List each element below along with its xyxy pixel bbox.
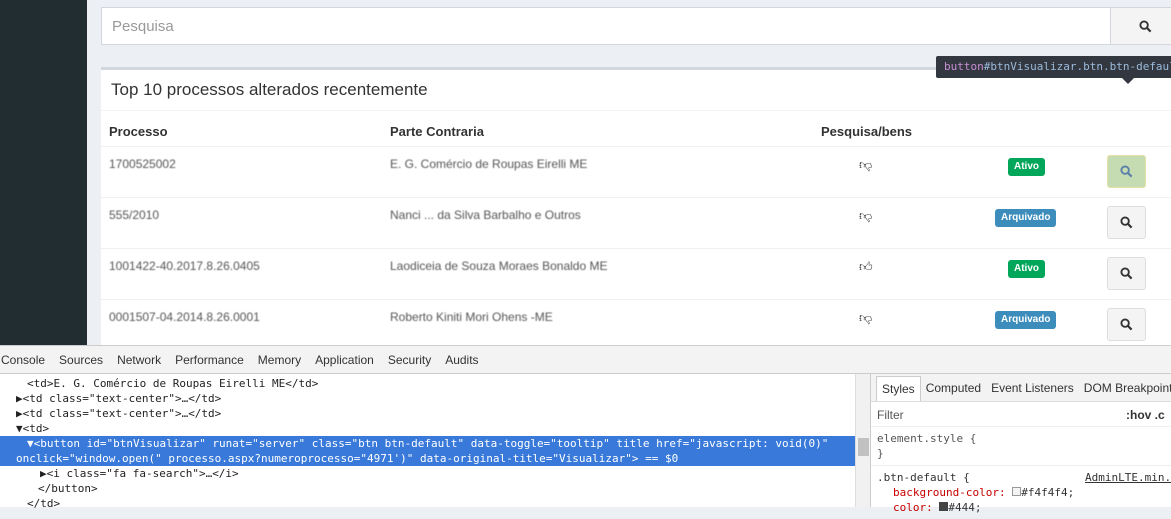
thumbs-down-icon: 👎︎ — [859, 157, 873, 172]
status-badge: Ativo — [1008, 260, 1045, 278]
search-icon — [1120, 267, 1133, 280]
tab-computed[interactable]: Computed — [921, 374, 986, 401]
tab-memory[interactable]: Memory — [251, 346, 308, 373]
header-processo: Processo — [109, 124, 168, 139]
tab-console[interactable]: Console — [0, 346, 52, 373]
tab-network[interactable]: Network — [110, 346, 168, 373]
thumbs-down-icon: 👎︎ — [859, 208, 873, 223]
status-badge: Arquivado — [995, 209, 1057, 227]
search-button[interactable] — [1110, 7, 1171, 45]
table-row: 555/2010 Nanci ... da Silva Barbalho e O… — [101, 197, 1171, 248]
elements-tree[interactable]: <td>E. G. Comércio de Roupas Eirelli ME<… — [0, 374, 855, 510]
parte-cell: E. G. Comércio de Roupas Eirelli ME — [390, 157, 588, 171]
tab-sources[interactable]: Sources — [52, 346, 110, 373]
table-row: 1700525002 E. G. Comércio de Roupas Eire… — [101, 146, 1171, 197]
table-row: 1001422-40.2017.8.26.0405 Laodiceia de S… — [101, 248, 1171, 299]
header-parte: Parte Contraria — [390, 124, 484, 139]
search-input[interactable]: Pesquisa — [101, 7, 1111, 45]
tab-performance[interactable]: Performance — [168, 346, 251, 373]
tab-application[interactable]: Application — [308, 346, 381, 373]
dom-node[interactable]: </button> — [0, 481, 855, 496]
search-icon — [1120, 318, 1133, 331]
parte-cell: Roberto Kiniti Mori Ohens -ME — [390, 310, 553, 324]
search-icon — [1120, 216, 1133, 229]
box-title: Top 10 processos alterados recentemente — [111, 80, 428, 99]
dom-node[interactable]: ▼<td> — [0, 421, 855, 436]
search-icon — [1120, 165, 1133, 178]
recent-processes-box: Top 10 processos alterados recentemente … — [101, 67, 1171, 345]
view-button[interactable] — [1107, 257, 1146, 290]
dom-node[interactable]: </td> — [0, 496, 855, 511]
status-badge: Ativo — [1008, 158, 1045, 176]
parte-cell: Nanci ... da Silva Barbalho e Outros — [390, 208, 581, 222]
header-pesquisa: Pesquisa/bens — [821, 124, 913, 139]
dom-node[interactable]: <td>E. G. Comércio de Roupas Eirelli ME<… — [0, 376, 855, 391]
processo-cell: 1001422-40.2017.8.26.0405 — [109, 259, 260, 273]
sidebar — [0, 0, 87, 345]
styles-pane: Styles Computed Event Listeners DOM Brea… — [870, 374, 1171, 514]
tab-styles[interactable]: Styles — [876, 376, 921, 401]
tab-dom-breakpoints[interactable]: DOM Breakpoints — [1079, 374, 1171, 401]
processo-cell: 0001507-04.2014.8.26.0001 — [109, 310, 260, 324]
dom-node[interactable]: ▶<i class="fa fa-search">…</i> — [0, 466, 855, 481]
dom-node[interactable]: ▶<td class="text-center">…</td> — [0, 391, 855, 406]
tab-security[interactable]: Security — [381, 346, 438, 373]
view-button[interactable] — [1107, 155, 1146, 188]
main-content: Pesquisa Top 10 processos alterados rece… — [87, 0, 1171, 345]
stylesheet-link[interactable]: AdminLTE.min. — [1085, 470, 1171, 485]
dom-node[interactable]: ▶<td class="text-center">…</td> — [0, 406, 855, 421]
tab-event-listeners[interactable]: Event Listeners — [986, 374, 1079, 401]
elements-scrollbar[interactable] — [855, 374, 870, 507]
thumbs-up-icon: 👍︎ — [859, 259, 873, 274]
styles-filter[interactable]: Filter :hov .c — [871, 402, 1171, 427]
view-button[interactable] — [1107, 308, 1146, 341]
devtools-tabs: Console Sources Network Performance Memo… — [0, 346, 1171, 374]
status-badge: Arquivado — [995, 311, 1057, 329]
parte-cell: Laodiceia de Souza Moraes Bonaldo ME — [390, 259, 608, 273]
devtools-panel: Console Sources Network Performance Memo… — [0, 345, 1171, 514]
thumbs-down-icon: 👎︎ — [859, 310, 873, 325]
table-row: 0001507-04.2014.8.26.0001 Roberto Kiniti… — [101, 299, 1171, 345]
inspector-tooltip: button#btnVisualizar.btn.btn-default — [936, 56, 1171, 84]
view-button[interactable] — [1107, 206, 1146, 239]
tab-audits[interactable]: Audits — [438, 346, 485, 373]
processo-cell: 1700525002 — [109, 157, 176, 171]
processo-cell: 555/2010 — [109, 208, 160, 222]
search-icon — [1138, 19, 1151, 32]
selected-dom-node[interactable]: ▼<button id="btnVisualizar" runat="serve… — [0, 436, 855, 466]
